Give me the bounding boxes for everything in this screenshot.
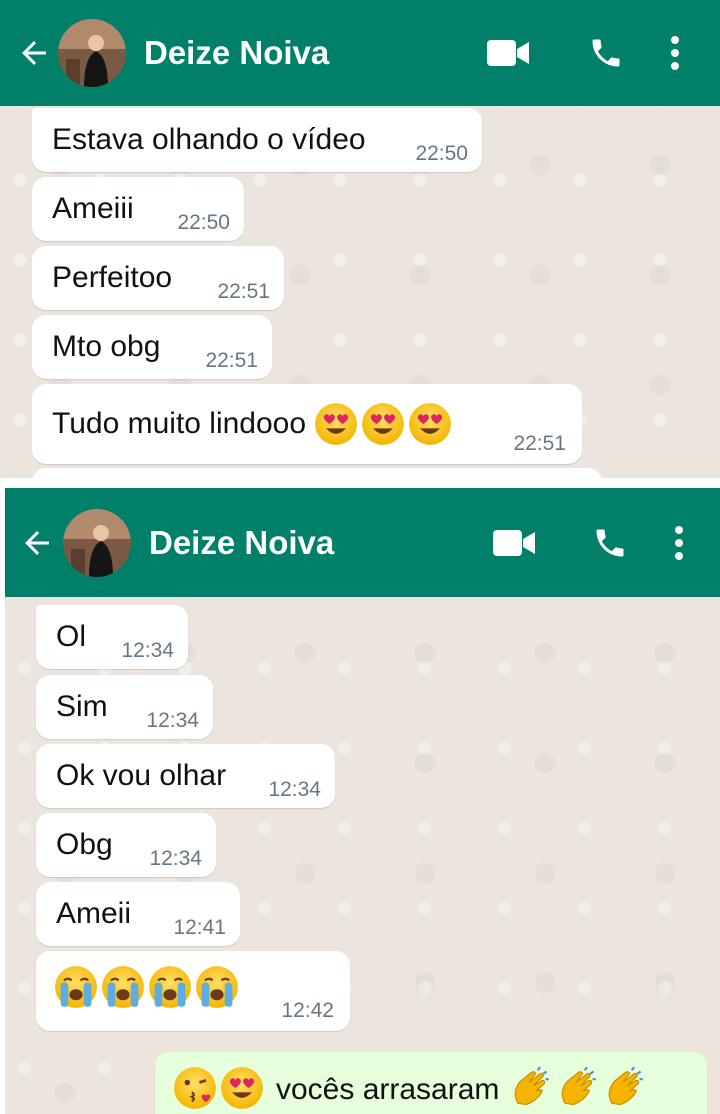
message-text: Sim — [56, 690, 108, 723]
message-time: 22:50 — [415, 142, 468, 165]
kiss-emoji — [173, 1066, 217, 1110]
clapping-emoji — [554, 1066, 598, 1110]
message-bubble-partial[interactable] — [32, 468, 602, 478]
emoji-group — [507, 1066, 645, 1110]
bottom-chat-panel: Ol 12:34 Sim 12:34 Ok vou olhar 12:34 Ob… — [5, 488, 720, 1114]
message-time: 12:41 — [173, 916, 226, 939]
message-text: Tudo muito lindooo — [52, 407, 307, 440]
message-text: vocês arrasaram — [276, 1073, 500, 1106]
screenshot-divider — [0, 478, 720, 488]
contact-name[interactable]: Deize Noiva — [149, 524, 484, 562]
message-text: Ol — [56, 620, 86, 653]
message-text: Mto obg — [52, 330, 161, 363]
message-bubble[interactable]: Sim 12:34 — [36, 675, 213, 739]
more-options-icon — [671, 36, 679, 70]
message-time: 12:34 — [146, 709, 199, 732]
video-call-icon — [493, 529, 535, 556]
message-time: 22:51 — [205, 349, 258, 372]
avatar[interactable] — [63, 508, 131, 577]
message-text: Obg — [56, 828, 113, 861]
message-text: Ameii — [56, 897, 132, 930]
top-chat-panel: Estava olhando o vídeo 22:50 Ameiii 22:5… — [0, 0, 720, 478]
message-bubble[interactable]: Estava olhando o vídeo 22:50 — [32, 108, 482, 172]
message-time: 12:34 — [268, 778, 321, 801]
video-call-icon — [487, 40, 529, 66]
crying-emoji — [54, 965, 98, 1009]
crying-emoji — [195, 965, 239, 1009]
heart-eyes-emoji — [361, 402, 405, 446]
avatar-image — [58, 19, 126, 87]
heart-eyes-emoji — [314, 402, 358, 446]
message-time: 22:51 — [217, 280, 270, 303]
emoji-group — [54, 965, 239, 1009]
message-bubble[interactable]: Ameiii 22:50 — [32, 177, 244, 241]
back-button[interactable] — [14, 33, 54, 73]
chat-header: Deize Noiva — [0, 0, 720, 106]
phone-icon — [592, 39, 620, 67]
emoji-group — [173, 1066, 264, 1110]
back-arrow-icon — [22, 41, 46, 65]
message-bubble[interactable]: Mto obg 22:51 — [32, 315, 272, 379]
message-text: Estava olhando o vídeo — [52, 123, 366, 156]
message-time: 22:51 — [513, 432, 566, 455]
heart-eyes-emoji — [408, 402, 452, 446]
contact-name[interactable]: Deize Noiva — [144, 34, 478, 72]
message-bubble[interactable]: Ameii 12:41 — [36, 882, 240, 946]
message-bubble[interactable]: Obg 12:34 — [36, 813, 216, 877]
more-options-icon — [675, 525, 683, 560]
message-bubble[interactable]: Ol 12:34 — [36, 605, 188, 669]
clapping-emoji — [601, 1066, 645, 1110]
message-time: 12:42 — [281, 999, 334, 1022]
phone-icon — [596, 529, 624, 556]
crying-emoji — [148, 965, 192, 1009]
message-time: 22:50 — [177, 211, 230, 234]
message-time: 12:34 — [121, 639, 174, 662]
message-bubble[interactable]: Tudo muito lindooo 22:51 — [32, 384, 582, 464]
voice-call-button[interactable] — [576, 23, 636, 83]
chat-header: Deize Noiva — [5, 488, 720, 597]
message-text: Ameiii — [52, 192, 134, 225]
message-text: Perfeitoo — [52, 261, 173, 294]
message-time: 12:34 — [149, 847, 202, 870]
message-text: Ok vou olhar — [56, 759, 227, 792]
avatar-image — [63, 508, 131, 577]
clapping-emoji — [507, 1066, 551, 1110]
video-call-button[interactable] — [484, 513, 544, 573]
back-button[interactable] — [17, 523, 57, 563]
heart-eyes-emoji — [220, 1066, 264, 1110]
message-bubble[interactable]: 12:42 — [36, 951, 350, 1031]
voice-call-button[interactable] — [580, 513, 640, 573]
avatar[interactable] — [58, 19, 126, 87]
emoji-group — [314, 402, 452, 446]
outgoing-message-bubble[interactable]: vocês arrasaram — [155, 1052, 707, 1114]
back-arrow-icon — [25, 530, 49, 555]
message-bubble[interactable]: Ok vou olhar 12:34 — [36, 744, 335, 808]
message-bubble[interactable]: Perfeitoo 22:51 — [32, 246, 284, 310]
crying-emoji — [101, 965, 145, 1009]
video-call-button[interactable] — [478, 23, 538, 83]
more-options-button[interactable] — [664, 513, 694, 573]
more-options-button[interactable] — [660, 23, 690, 83]
